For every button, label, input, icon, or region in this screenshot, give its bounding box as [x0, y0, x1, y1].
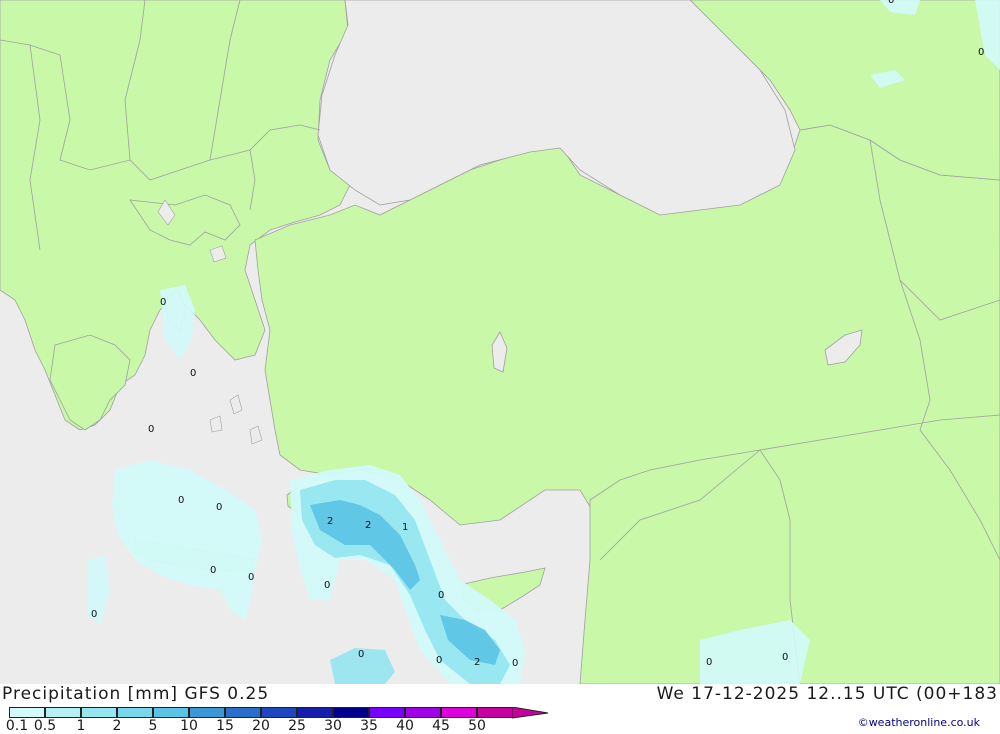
map-value: 0 [190, 368, 196, 379]
legend-swatch [45, 707, 81, 718]
map-value: 0 [248, 572, 254, 583]
map-canvas: 0 0 0 0 0 0 0 0 2 2 1 0 0 0 0 2 0 0 0 0 … [0, 0, 1000, 684]
legend-tick-label: 0.1 [5, 718, 29, 734]
map-value: 0 [782, 652, 788, 663]
legend-swatch [9, 707, 45, 718]
map-value: 0 [91, 609, 97, 620]
legend-tick-label: 2 [112, 718, 122, 734]
map-value: 1 [402, 522, 408, 533]
valid-time-label: We 17-12-2025 12..15 UTC (00+183 [656, 684, 998, 704]
map-value: 0 [888, 0, 894, 6]
legend-tick-label: 10 [180, 718, 198, 734]
legend-swatch [333, 707, 369, 718]
legend-tick-label: 15 [216, 718, 234, 734]
map-value: 0 [438, 590, 444, 601]
map-value: 0 [436, 655, 442, 666]
legend-tick-label: 20 [252, 718, 270, 734]
map-value: 2 [365, 520, 371, 531]
map-value: 0 [148, 424, 154, 435]
map-value: 0 [210, 565, 216, 576]
map-value: 0 [706, 657, 712, 668]
map-value: 2 [474, 657, 480, 668]
map-value: 0 [358, 649, 364, 660]
legend-swatch [477, 707, 513, 718]
legend-tick-label: 0.5 [33, 718, 57, 734]
map-value: 0 [512, 658, 518, 669]
map-value: 0 [160, 297, 166, 308]
map-value: 2 [327, 516, 333, 527]
legend-tick-label: 45 [432, 718, 450, 734]
legend-swatch [117, 707, 153, 718]
legend-tick-label: 1 [76, 718, 86, 734]
legend-swatch [153, 707, 189, 718]
legend-swatch [297, 707, 333, 718]
legend-tick-label: 50 [468, 718, 486, 734]
map-value: 0 [324, 580, 330, 591]
precipitation-map: 0 0 0 0 0 0 0 0 2 2 1 0 0 0 0 2 0 0 0 0 … [0, 0, 1000, 684]
legend-swatch [405, 707, 441, 718]
legend-tick-label: 30 [324, 718, 342, 734]
legend-swatch [81, 707, 117, 718]
legend-swatch [261, 707, 297, 718]
legend-tick-label: 40 [396, 718, 414, 734]
legend-swatch [369, 707, 405, 718]
map-value: 0 [978, 47, 984, 58]
chart-title: Precipitation [mm] GFS 0.25 [2, 684, 270, 704]
legend-swatch [225, 707, 261, 718]
legend-arrow-icon [512, 707, 549, 719]
map-value: 0 [216, 502, 222, 513]
legend-swatch [189, 707, 225, 718]
map-value: 0 [178, 495, 184, 506]
legend-tick-label: 35 [360, 718, 378, 734]
legend-tick-label: 5 [148, 718, 158, 734]
legend-tick-label: 25 [288, 718, 306, 734]
legend-swatch [441, 707, 477, 718]
credit-link[interactable]: ©weatheronline.co.uk [858, 716, 980, 729]
